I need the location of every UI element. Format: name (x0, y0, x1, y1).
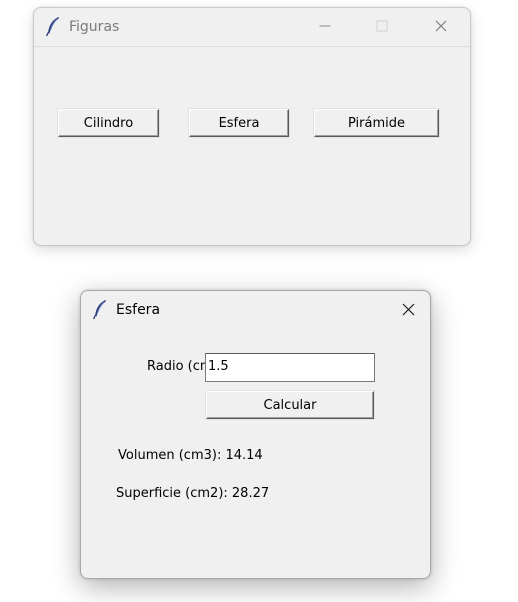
minimize-icon (319, 20, 331, 32)
close-icon (435, 20, 447, 32)
esfera-button[interactable]: Esfera (189, 109, 289, 137)
close-icon (402, 303, 415, 316)
piramide-button[interactable]: Pirámide (314, 109, 439, 137)
figuras-window: Figuras Cilindro Esfera Pirámide (33, 7, 471, 246)
maximize-button[interactable] (359, 8, 405, 44)
window-title: Esfera (116, 302, 161, 318)
radio-input[interactable]: 1.5 (205, 353, 375, 382)
figuras-titlebar[interactable]: Figuras (34, 8, 470, 46)
superficie-result: Superficie (cm2): 28.27 (116, 486, 270, 501)
close-button[interactable] (418, 8, 464, 44)
esfera-window: Esfera Radio (cm): 1.5 Calcular Volumen … (80, 290, 431, 579)
radio-label: Radio (cm): (147, 359, 205, 374)
window-title: Figuras (69, 19, 120, 35)
radio-label-clip: Radio (cm): (147, 359, 205, 377)
cilindro-button[interactable]: Cilindro (58, 109, 159, 137)
volumen-result: Volumen (cm3): 14.14 (118, 448, 263, 463)
calcular-button[interactable]: Calcular (206, 391, 374, 419)
close-button[interactable] (385, 291, 431, 327)
maximize-icon (376, 20, 388, 32)
feather-icon (91, 299, 109, 320)
title-divider (34, 46, 470, 47)
feather-icon (44, 16, 62, 37)
minimize-button[interactable] (302, 8, 348, 44)
esfera-titlebar[interactable]: Esfera (81, 291, 430, 329)
